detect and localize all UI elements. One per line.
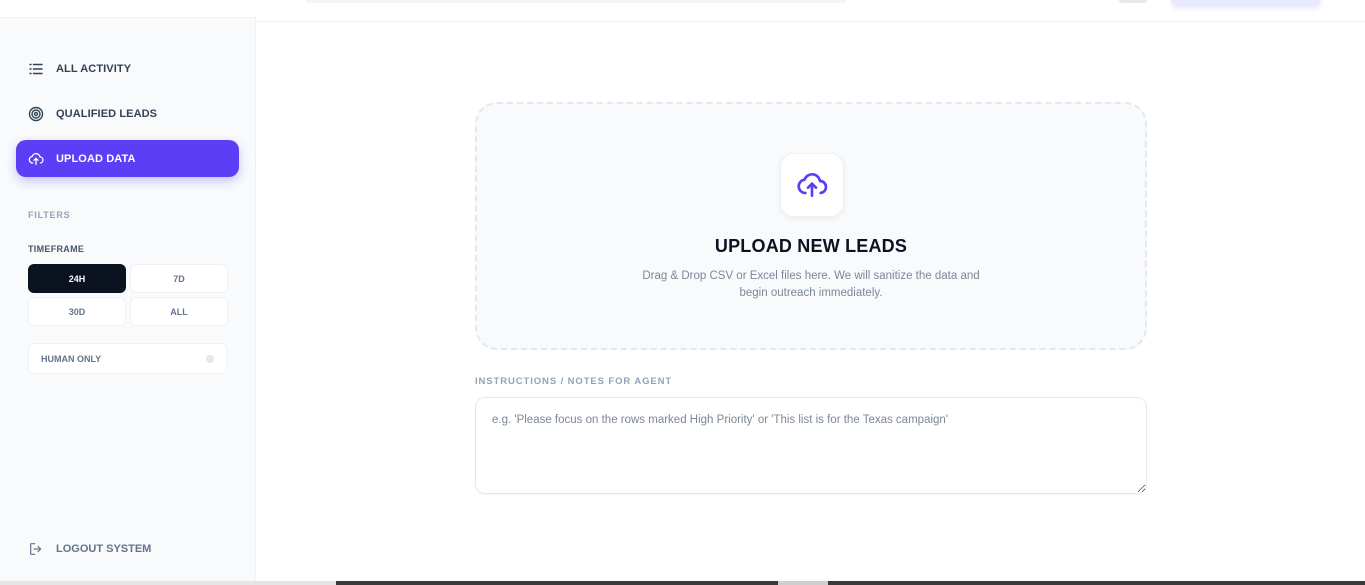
- bottom-edge: [0, 581, 1365, 585]
- bottom-edge-segment: [0, 581, 336, 585]
- timeframe-24h-button[interactable]: 24H: [28, 264, 126, 293]
- sidebar-header: [0, 0, 256, 18]
- dropzone-title: UPLOAD NEW LEADS: [714, 236, 908, 256]
- list-icon: [28, 61, 44, 77]
- human-only-toggle[interactable]: HUMAN ONLY: [28, 343, 227, 374]
- logout-button[interactable]: LOGOUT SYSTEM: [28, 539, 151, 559]
- header-icon-button[interactable]: [1119, 0, 1147, 3]
- timeframe-30d-button[interactable]: 30D: [28, 297, 126, 326]
- header-primary-button[interactable]: [1171, 0, 1321, 6]
- bottom-edge-segment: [778, 581, 828, 585]
- upload-dropzone[interactable]: UPLOAD NEW LEADS Drag & Drop CSV or Exce…: [475, 102, 1147, 350]
- notes-textarea[interactable]: [475, 397, 1147, 494]
- nav-item-label: QUALIFIED LEADS: [56, 107, 158, 120]
- target-icon: [28, 106, 44, 122]
- nav-item-label: ALL ACTIVITY: [56, 62, 132, 75]
- cloud-upload-icon: [28, 151, 44, 167]
- notes-label: INSTRUCTIONS / NOTES FOR AGENT: [475, 376, 673, 387]
- dropzone-description: Drag & Drop CSV or Excel files here. We …: [642, 270, 980, 299]
- timeframe-7d-button[interactable]: 7D: [130, 264, 228, 293]
- timeframe-all-button[interactable]: ALL: [130, 297, 228, 326]
- cloud-upload-icon: [797, 172, 828, 197]
- search-bar[interactable]: [306, 0, 846, 3]
- top-bar: [256, 0, 1365, 22]
- nav-item-label: UPLOAD DATA: [56, 152, 136, 165]
- human-only-label: HUMAN ONLY: [41, 353, 102, 364]
- upload-icon-tile: [780, 153, 844, 217]
- timeframe-title: TIMEFRAME: [28, 244, 85, 254]
- toggle-indicator: [206, 354, 214, 363]
- app-root: ALL ACTIVITY QUALIFIED LEADS UPLOAD DATA…: [0, 0, 1365, 585]
- logout-label: LOGOUT SYSTEM: [56, 543, 152, 555]
- nav-item-all-activity[interactable]: ALL ACTIVITY: [16, 50, 239, 87]
- filters-title: FILTERS: [28, 210, 71, 220]
- sidebar: ALL ACTIVITY QUALIFIED LEADS UPLOAD DATA…: [0, 0, 256, 585]
- nav-item-upload-data[interactable]: UPLOAD DATA: [16, 140, 239, 177]
- nav-item-qualified-leads[interactable]: QUALIFIED LEADS: [16, 95, 239, 132]
- logout-icon: [28, 541, 44, 557]
